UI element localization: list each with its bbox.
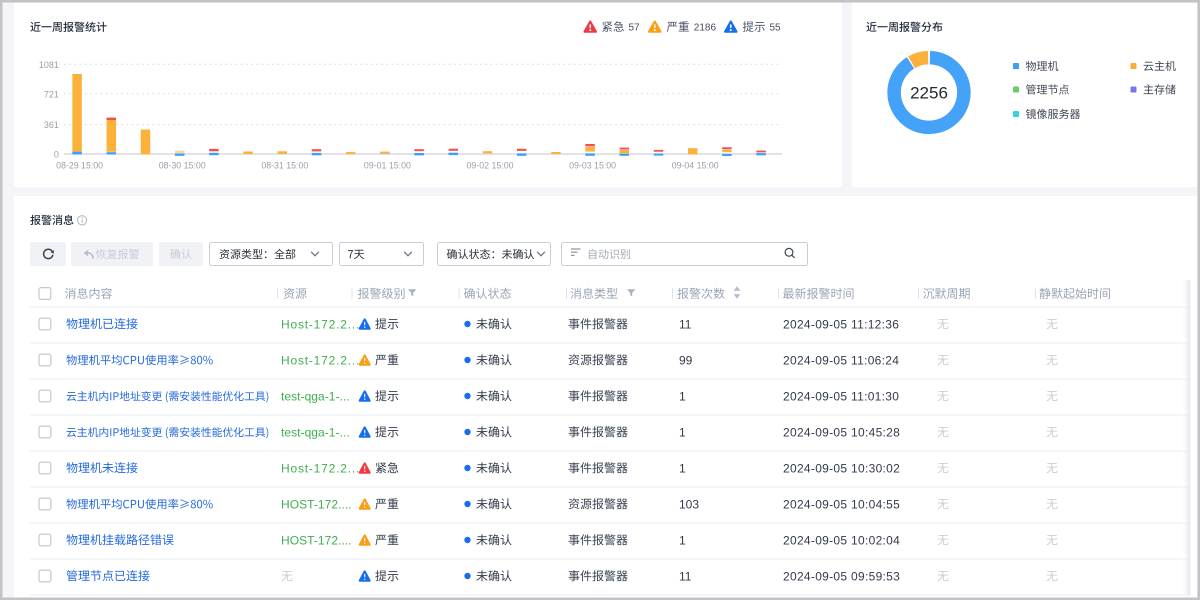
svg-text:2024-09-05 11:01:30: 2024-09-05 11:01:30 xyxy=(783,389,899,403)
svg-text:HOST-172....: HOST-172.... xyxy=(281,533,352,547)
svg-text:Host-172.2...: Host-172.2... xyxy=(281,461,360,475)
svg-text:2024-09-05 11:06:24: 2024-09-05 11:06:24 xyxy=(783,353,899,367)
svg-text:0: 0 xyxy=(54,150,59,160)
svg-text:test-qga-1-...: test-qga-1-... xyxy=(281,425,350,439)
svg-text:55: 55 xyxy=(770,22,782,33)
svg-text:2186: 2186 xyxy=(694,22,717,33)
svg-text:2024-09-05 10:45:28: 2024-09-05 10:45:28 xyxy=(783,425,900,439)
svg-text:11: 11 xyxy=(679,569,692,583)
svg-text:08-29 15:00: 08-29 15:00 xyxy=(56,160,103,170)
svg-text:2024-09-05 10:04:55: 2024-09-05 10:04:55 xyxy=(783,497,900,511)
svg-text:2024-09-05 09:59:53: 2024-09-05 09:59:53 xyxy=(783,569,900,583)
svg-text:2024-09-05 10:02:04: 2024-09-05 10:02:04 xyxy=(783,533,900,547)
svg-text:08-30 15:00: 08-30 15:00 xyxy=(159,160,206,170)
svg-text:99: 99 xyxy=(679,353,693,367)
svg-text:721: 721 xyxy=(44,89,59,99)
svg-text:2256: 2256 xyxy=(910,84,948,103)
svg-text:57: 57 xyxy=(629,22,641,33)
svg-text:1: 1 xyxy=(679,461,686,475)
svg-text:09-03 15:00: 09-03 15:00 xyxy=(569,160,616,170)
svg-text:09-04 15:00: 09-04 15:00 xyxy=(672,160,719,170)
svg-text:1: 1 xyxy=(679,425,686,439)
svg-text:08-31 15:00: 08-31 15:00 xyxy=(261,160,308,170)
svg-text:361: 361 xyxy=(44,120,59,130)
svg-text:11: 11 xyxy=(679,317,692,331)
svg-text:09-02 15:00: 09-02 15:00 xyxy=(467,160,514,170)
svg-text:1: 1 xyxy=(679,389,686,403)
svg-text:103: 103 xyxy=(679,497,699,511)
svg-text:Host-172.2...: Host-172.2... xyxy=(281,353,360,367)
svg-text:Host-172.2...: Host-172.2... xyxy=(281,317,360,331)
svg-text:HOST-172....: HOST-172.... xyxy=(281,497,352,511)
svg-text:1: 1 xyxy=(679,533,686,547)
svg-text:2024-09-05 10:30:02: 2024-09-05 10:30:02 xyxy=(783,461,900,475)
svg-text:test-qga-1-...: test-qga-1-... xyxy=(281,389,350,403)
svg-text:2024-09-05 11:12:36: 2024-09-05 11:12:36 xyxy=(783,317,899,331)
svg-text:09-01 15:00: 09-01 15:00 xyxy=(364,160,411,170)
svg-text:1081: 1081 xyxy=(39,60,59,70)
